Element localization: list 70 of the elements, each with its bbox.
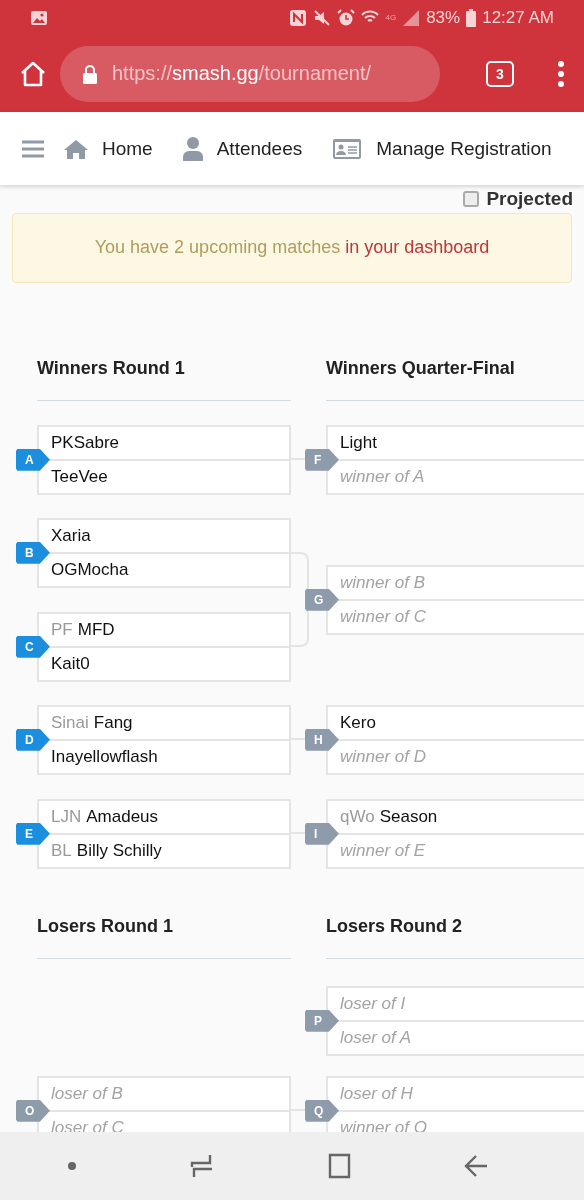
battery-percent: 83% <box>426 7 461 28</box>
match-card[interactable]: PKSabre TeeVee <box>37 424 291 495</box>
player-name: Kait0 <box>51 653 90 674</box>
player-name: Billy Schilly <box>76 840 162 861</box>
image-icon <box>30 9 48 26</box>
pending-slot: loser of C <box>51 1117 124 1132</box>
player-name: Xaria <box>51 525 91 546</box>
match-card[interactable]: LJN Amadeus BL Billy Schilly <box>37 798 291 869</box>
checkbox-label: Projected <box>486 187 573 210</box>
team-prefix: BL <box>51 840 72 861</box>
nav-link[interactable]: Attendees <box>182 136 303 161</box>
pending-slot: winner of A <box>340 466 425 487</box>
team-prefix: LJN <box>51 806 82 827</box>
match-card[interactable]: Xaria OGMocha <box>37 517 291 588</box>
player-name: PKSabre <box>51 432 120 453</box>
team-prefix: qWo <box>340 806 375 827</box>
round-title: Losers Round 1 <box>37 915 174 937</box>
mute-icon <box>313 8 332 27</box>
match-card[interactable]: Light winner of A <box>326 424 584 495</box>
player-name: OGMocha <box>51 559 129 580</box>
alarm-icon <box>337 8 356 27</box>
clock-time: 12:27 AM <box>482 7 554 28</box>
pending-slot: winner of B <box>340 572 426 593</box>
player-name: Amadeus <box>86 806 159 827</box>
lock-icon <box>82 63 98 84</box>
pending-slot: winner of O <box>340 1117 427 1132</box>
nav-link[interactable]: Home <box>64 137 153 160</box>
home-icon[interactable] <box>20 60 46 87</box>
tab-count[interactable]: 3 <box>486 60 514 87</box>
round-title: Winners Round 1 <box>37 357 185 379</box>
pending-slot: winner of C <box>340 606 426 627</box>
player-name: Inayellowflash <box>51 746 158 767</box>
dashboard-link[interactable]: in your dashboard <box>345 237 490 259</box>
nav-link[interactable]: Manage Registration <box>332 137 552 160</box>
home-icon <box>64 138 88 159</box>
team-prefix: Sinai <box>51 712 89 733</box>
round-title: Losers Round 2 <box>326 915 463 937</box>
signal-icon <box>402 8 421 27</box>
pending-slot: winner of E <box>340 840 426 861</box>
match-card[interactable]: Sinai Fang Inayellowflash <box>37 704 291 775</box>
checkbox[interactable] <box>463 190 480 207</box>
more-icon[interactable] <box>558 60 564 87</box>
address-bar[interactable]: https://smash.gg/tournament/ <box>60 45 440 102</box>
recent-apps-icon[interactable] <box>189 1153 214 1179</box>
team-prefix: PF <box>51 619 73 640</box>
player-name: Kero <box>340 712 376 733</box>
player-name: Season <box>379 806 438 827</box>
pending-slot: winner of D <box>340 746 426 767</box>
id-card-icon <box>332 137 363 160</box>
pending-slot: loser of I <box>340 993 406 1014</box>
pending-slot: loser of B <box>51 1083 123 1104</box>
player-name: Light <box>340 432 377 453</box>
match-card[interactable]: qWo Season winner of E <box>326 798 584 869</box>
pending-slot: loser of H <box>340 1083 413 1104</box>
network-label: 4G <box>385 13 397 22</box>
player-name: Fang <box>93 712 133 733</box>
match-card[interactable]: Kero winner of D <box>326 704 584 775</box>
person-icon <box>182 136 203 161</box>
battery-icon <box>466 8 477 27</box>
player-name: TeeVee <box>51 466 108 487</box>
match-card[interactable]: PF MFD Kait0 <box>37 611 291 682</box>
home-square-icon[interactable] <box>326 1153 351 1179</box>
back-icon[interactable] <box>463 1154 488 1178</box>
nfc-icon <box>289 8 308 27</box>
round-title: Winners Quarter-Final <box>326 357 515 379</box>
pending-slot: loser of A <box>340 1027 412 1048</box>
upcoming-matches-alert: You have 2 upcoming matches in your dashboard <box>12 212 572 283</box>
player-name: MFD <box>77 619 115 640</box>
dot-icon[interactable] <box>66 1161 77 1171</box>
menu-icon[interactable] <box>22 139 44 158</box>
